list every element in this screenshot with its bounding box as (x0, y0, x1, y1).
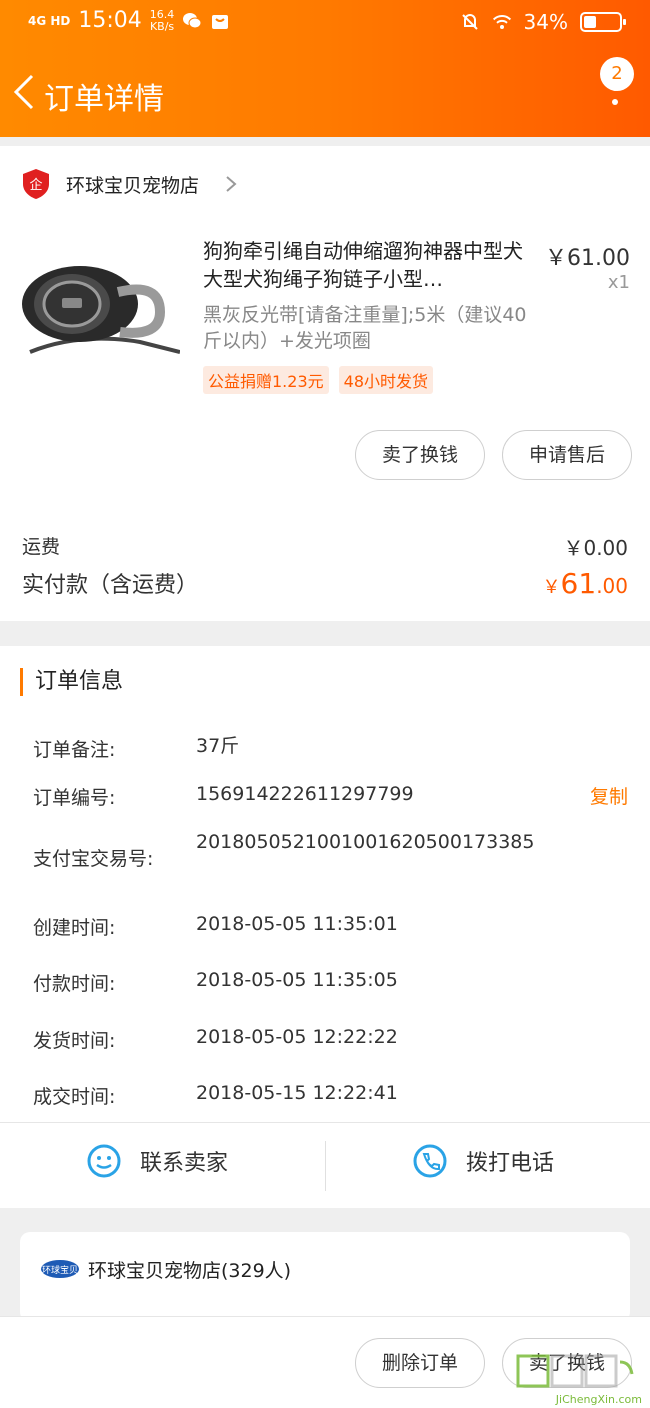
battery-percent: 34% (523, 10, 568, 34)
contact-bar: 联系卖家 拨打电话 (0, 1122, 650, 1208)
bag-icon (212, 14, 229, 29)
info-label-remark: 订单备注: (33, 739, 116, 761)
call-phone-button[interactable]: 拨打电话 (412, 1143, 554, 1179)
shipping-value: ￥0.00 (563, 536, 628, 560)
tag-donation: 公益捐赠1.23元 (203, 366, 329, 394)
info-value-order-no: 156914222611297799 (196, 783, 414, 805)
info-label-order-no: 订单编号: (33, 787, 116, 809)
info-value-shipped: 2018-05-05 12:22:22 (196, 1026, 398, 1048)
shop-name: 环球宝贝宠物店 (66, 174, 200, 197)
product-tags: 公益捐赠1.23元 48小时发货 (203, 366, 434, 394)
info-value-alipay-no: 2018050521001001620500173385 (196, 831, 535, 853)
battery-icon (580, 12, 626, 32)
product-price: ￥61.00 (545, 246, 630, 271)
sell-button[interactable]: 卖了换钱 (355, 430, 485, 480)
watermark-text: JiChengXin.com (555, 1393, 642, 1406)
shop-header[interactable]: 企 环球宝贝宠物店 (22, 168, 237, 200)
info-value-created: 2018-05-05 11:35:01 (196, 913, 398, 935)
page-title: 订单详情 (44, 82, 164, 117)
info-label-shipped: 发货时间: (33, 1030, 116, 1052)
clock: 15:04 (78, 8, 142, 33)
tag-shipping: 48小时发货 (338, 366, 434, 394)
divider (325, 1141, 326, 1191)
product-image[interactable] (20, 262, 180, 367)
paid-amount: ￥61.00 (542, 567, 628, 600)
shop-logo-icon: 环球宝贝 (41, 1260, 79, 1278)
shipping-label: 运费 (22, 536, 61, 558)
after-sale-button[interactable]: 申请售后 (502, 430, 632, 480)
product-quantity: x1 (607, 272, 630, 293)
shop-shield-icon: 企 (23, 169, 49, 199)
navbar: 订单详情 2 (0, 57, 650, 122)
product-title[interactable]: 狗狗牵引绳自动伸缩遛狗神器中型犬大型犬狗绳子狗链子小型… (203, 237, 535, 293)
back-icon[interactable] (10, 72, 38, 112)
status-bar: 4G HD 15:04 16.4 KB/s 34% (0, 0, 650, 50)
info-value-remark: 37斤 (196, 735, 240, 757)
mute-icon (461, 14, 478, 30)
wechat-icon (183, 12, 202, 28)
svg-text:企: 企 (29, 177, 42, 193)
svg-text:环球宝贝: 环球宝贝 (42, 1264, 78, 1276)
phone-icon (413, 1144, 447, 1178)
paid-label: 实付款（含运费） (22, 573, 199, 598)
wifi-icon (492, 15, 511, 30)
info-label-alipay-no: 支付宝交易号: (33, 848, 154, 870)
info-value-closed: 2018-05-15 12:22:41 (196, 1082, 398, 1104)
contact-seller-button[interactable]: 联系卖家 (86, 1143, 228, 1179)
info-label-paid: 付款时间: (33, 973, 116, 995)
chevron-right-icon (226, 176, 237, 192)
network-speed: 16.4 KB/s (149, 7, 175, 33)
chat-face-icon (87, 1144, 121, 1178)
shop-group-card[interactable]: 环球宝贝 环球宝贝宠物店(329人) (20, 1232, 630, 1322)
copy-order-no-button[interactable]: 复制 (590, 782, 628, 809)
header: 4G HD 15:04 16.4 KB/s 34% 订单详情 2 (0, 0, 650, 137)
delete-order-button[interactable]: 删除订单 (355, 1338, 485, 1388)
notification-badge[interactable]: 2 (600, 57, 634, 91)
shop-group-name: 环球宝贝宠物店(329人) (88, 1260, 292, 1282)
info-label-created: 创建时间: (33, 917, 116, 939)
info-label-closed: 成交时间: (33, 1086, 116, 1108)
network-indicator: 4G HD (28, 13, 71, 28)
contact-seller-label: 联系卖家 (140, 1151, 229, 1176)
section-title-order-info: 订单信息 (20, 668, 123, 696)
info-value-paid: 2018-05-05 11:35:05 (196, 969, 398, 991)
product-spec: 黑灰反光带[请备注重量];5米（建议40斤以内）+发光项圈 (203, 304, 527, 352)
call-phone-label: 拨打电话 (466, 1151, 555, 1176)
